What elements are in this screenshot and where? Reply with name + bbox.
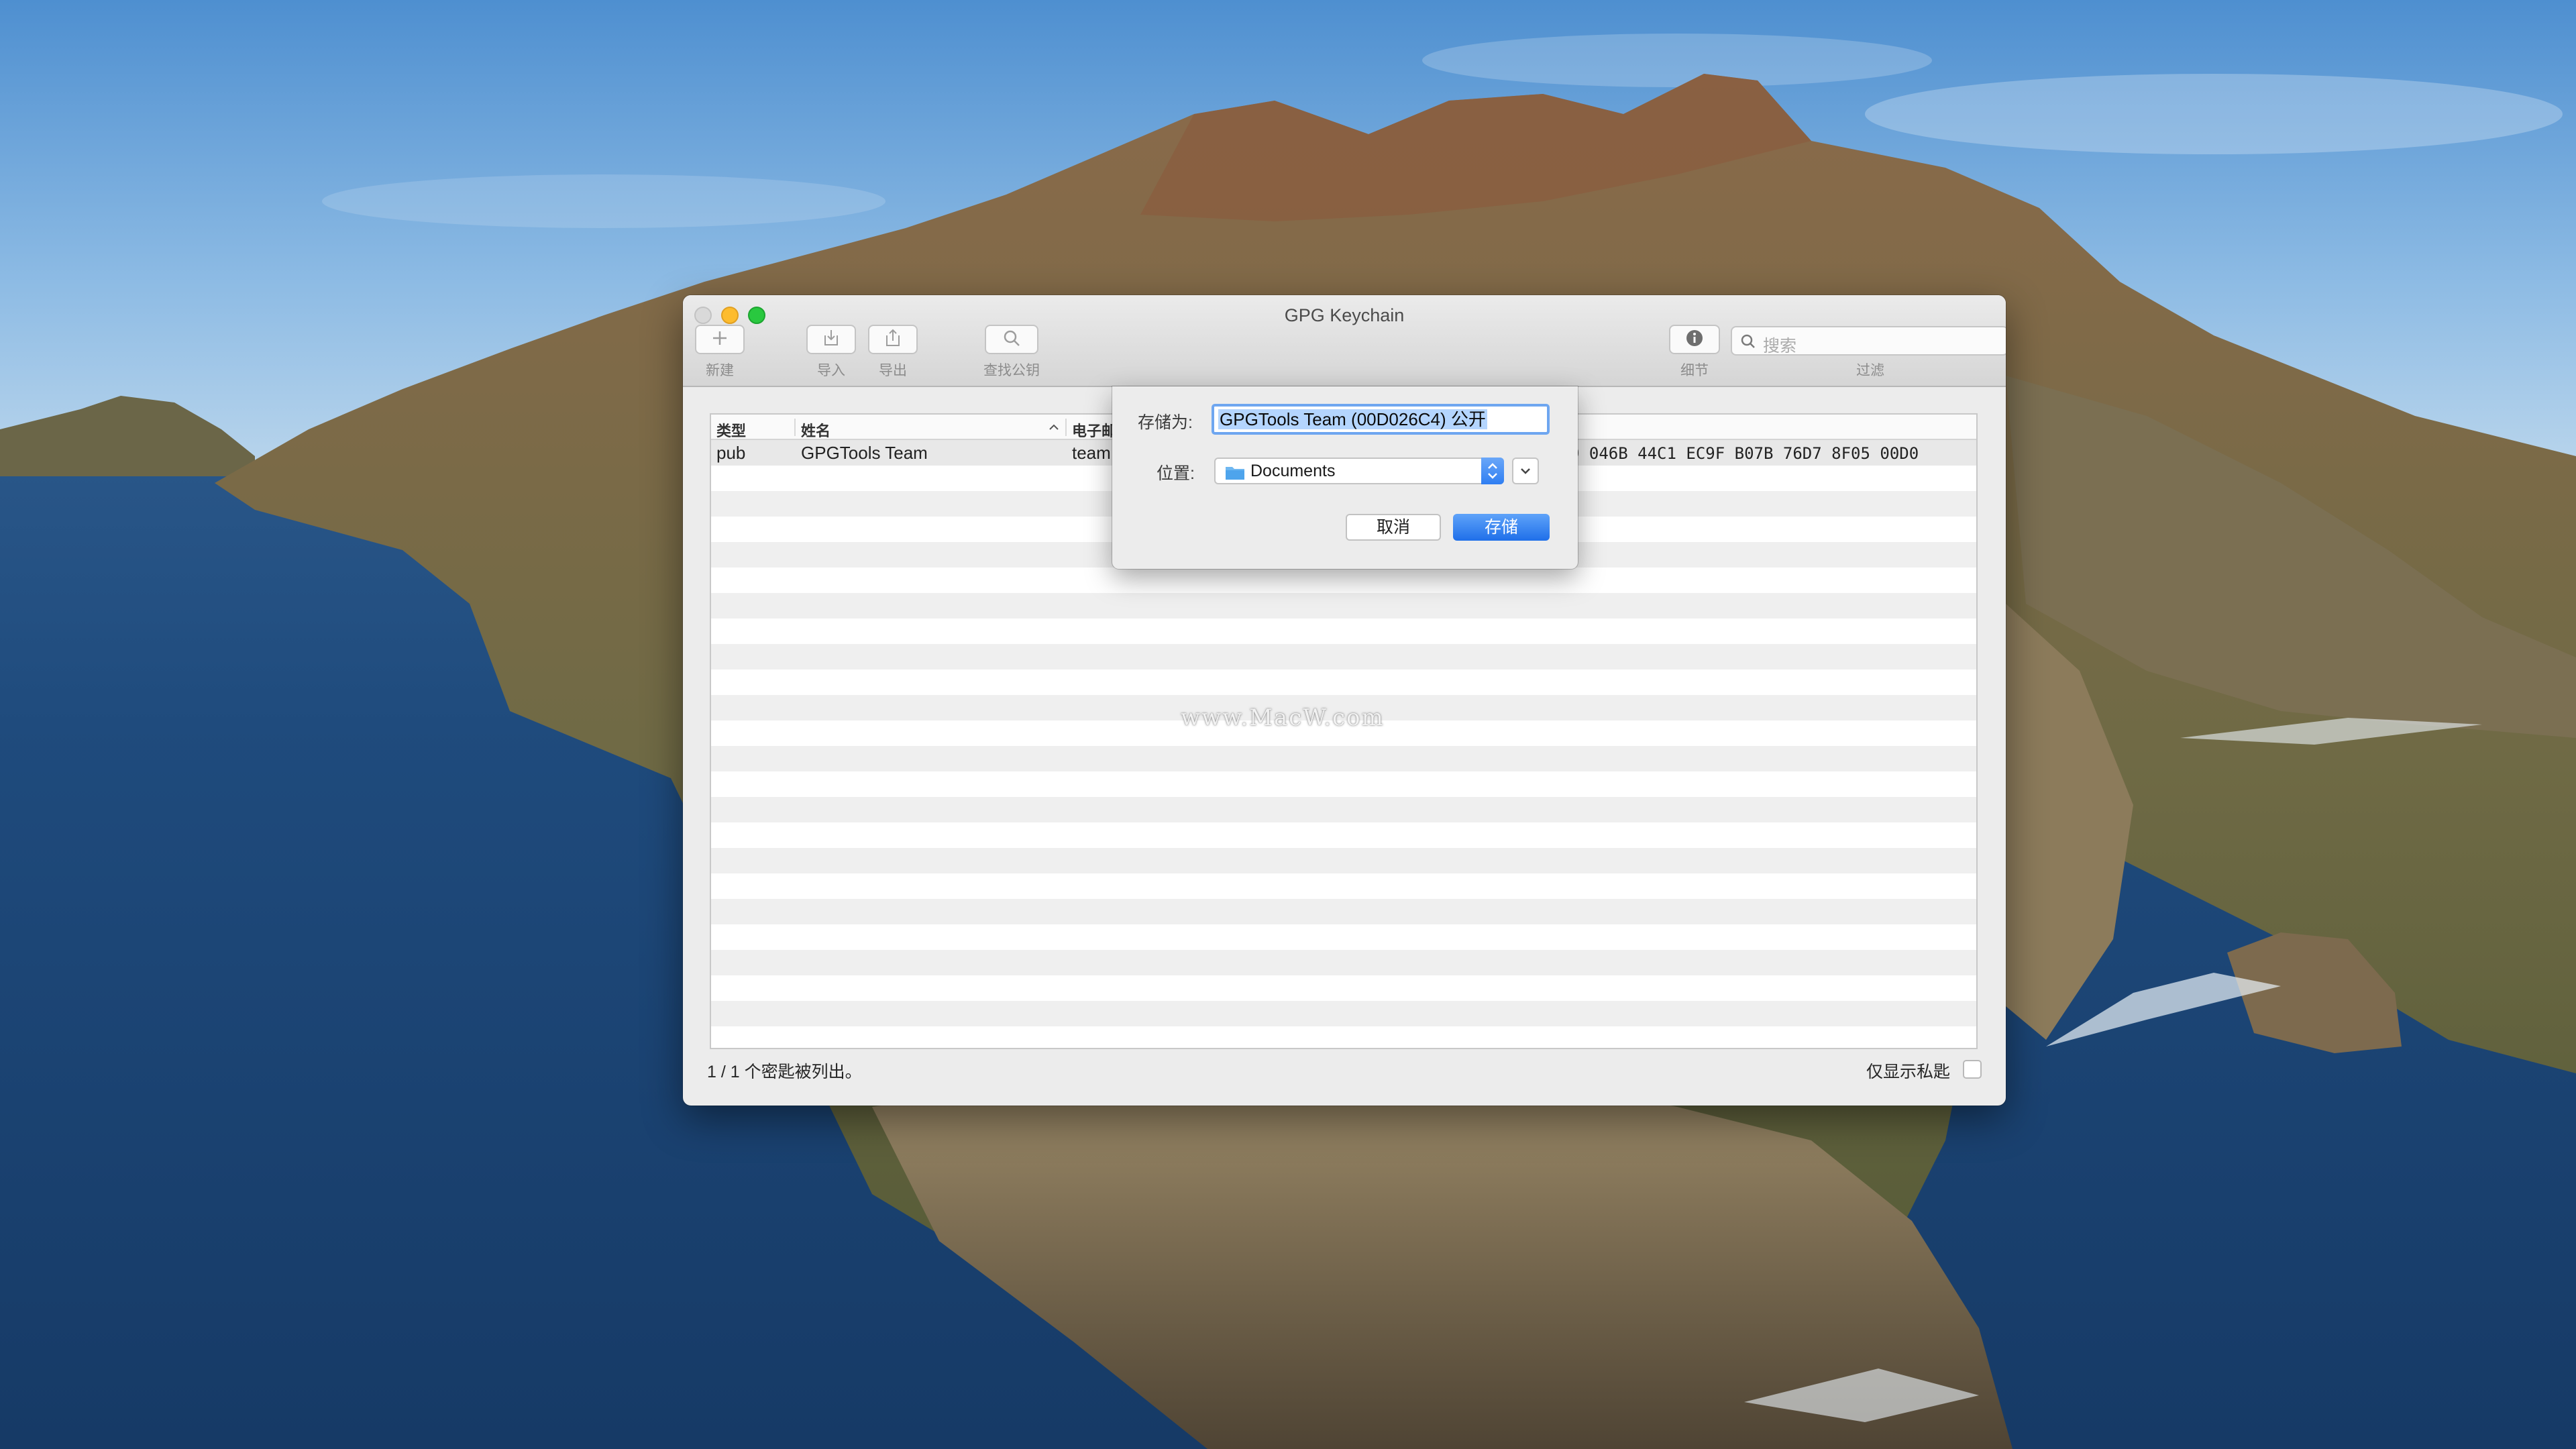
filter-label: 过滤 — [1856, 363, 1884, 378]
key-name-cell: GPGTools Team — [801, 443, 928, 463]
private-only-checkbox[interactable] — [1963, 1060, 1982, 1079]
private-only-label: 仅显示私匙 — [1866, 1063, 1951, 1081]
save-button[interactable]: 存储 — [1453, 514, 1550, 541]
save-as-label: 存储为: — [1138, 413, 1193, 432]
search-input[interactable]: 搜索 — [1731, 326, 2006, 356]
new-key-label: 新建 — [706, 363, 734, 378]
maximize-window-button[interactable] — [748, 307, 765, 324]
column-divider — [1065, 419, 1067, 436]
lookup-key-button[interactable] — [985, 325, 1038, 354]
info-icon — [1685, 329, 1704, 351]
export-label: 导出 — [879, 363, 907, 378]
expand-dialog-button[interactable] — [1512, 458, 1539, 484]
window-toolbar: GPG Keychain 新建 导入 导出 查找公钥 细节 搜索 过滤 — [683, 295, 2006, 387]
key-email-cell: team — [1072, 443, 1111, 463]
filename-selected-text: GPGTools Team (00D026C4) 公开 — [1218, 409, 1487, 429]
plus-icon — [711, 329, 729, 350]
import-icon — [822, 329, 841, 351]
cancel-button[interactable]: 取消 — [1346, 514, 1441, 541]
search-icon — [1740, 333, 1756, 353]
updown-chevron-icon — [1481, 458, 1504, 484]
import-label: 导入 — [817, 363, 845, 378]
location-popup[interactable]: Documents — [1214, 458, 1504, 484]
location-label: 位置: — [1157, 464, 1195, 483]
minimize-window-button[interactable] — [721, 307, 739, 324]
lookup-key-label: 查找公钥 — [983, 363, 1040, 378]
magnifier-icon — [1002, 329, 1021, 351]
key-fingerprint-cell: 9 046B 44C1 EC9F B07B 76D7 8F05 00D0 — [1570, 444, 1919, 463]
details-button[interactable] — [1669, 325, 1720, 354]
sort-ascending-icon — [1048, 420, 1060, 437]
filename-input[interactable]: GPGTools Team (00D026C4) 公开 — [1212, 404, 1550, 435]
watermark: www.MacW.com — [1181, 704, 1385, 731]
folder-icon — [1225, 464, 1245, 484]
key-count-status: 1 / 1 个密匙被列出。 — [707, 1063, 862, 1081]
chevron-down-icon — [1513, 468, 1538, 486]
share-icon — [883, 329, 902, 351]
import-button[interactable] — [806, 325, 856, 354]
new-key-button[interactable] — [695, 325, 745, 354]
search-placeholder: 搜索 — [1763, 337, 1797, 356]
column-divider — [794, 419, 796, 436]
export-button[interactable] — [868, 325, 918, 354]
details-label: 细节 — [1680, 363, 1709, 378]
column-header-type[interactable]: 类型 — [716, 419, 746, 441]
key-type-cell: pub — [716, 443, 746, 463]
location-value: Documents — [1250, 462, 1336, 480]
column-header-email[interactable]: 电子邮 — [1072, 419, 1116, 441]
column-header-name[interactable]: 姓名 — [801, 419, 830, 441]
save-dialog: 存储为: GPGTools Team (00D026C4) 公开 位置: Doc… — [1112, 386, 1578, 569]
close-window-button[interactable] — [694, 307, 712, 324]
